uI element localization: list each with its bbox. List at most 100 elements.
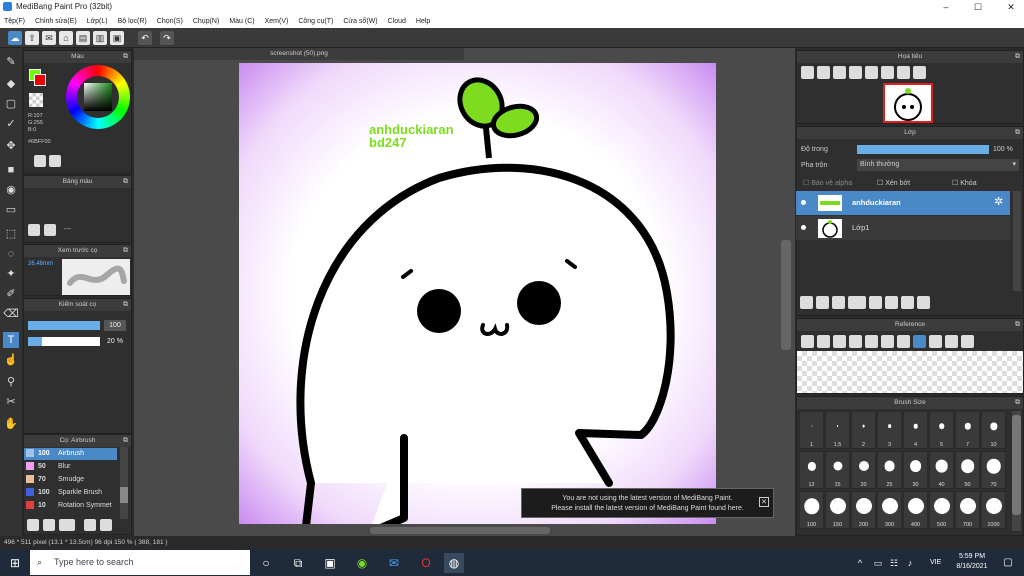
brush-size-cell[interactable]: 1000: [981, 491, 1006, 529]
volume-icon[interactable]: ♪: [900, 553, 920, 573]
document-tab[interactable]: screenshot (50).png: [134, 48, 464, 60]
reference-reset-icon[interactable]: [945, 335, 958, 348]
saturation-square[interactable]: [84, 83, 112, 111]
share-icon[interactable]: ⌂: [59, 31, 73, 45]
rotate-icon[interactable]: [865, 66, 878, 79]
panel-expand-icon[interactable]: ⧉: [1015, 127, 1020, 139]
open-document-icon[interactable]: ▥: [93, 31, 107, 45]
menu-snap[interactable]: Chụp(N): [193, 18, 219, 25]
navigator-thumbnail[interactable]: [883, 83, 933, 123]
brush-size-cell[interactable]: 10: [981, 411, 1006, 449]
menu-filter[interactable]: Bộ lọc(R): [118, 18, 147, 25]
menu-tools[interactable]: Công cụ(T): [298, 18, 333, 25]
reference-rotate-icon[interactable]: [929, 335, 942, 348]
brush-opacity-slider[interactable]: [28, 337, 100, 346]
layer-scrollbar[interactable]: [1013, 191, 1021, 291]
brush-size-cell[interactable]: 100: [799, 491, 824, 529]
palette-delete-icon[interactable]: [44, 224, 56, 236]
brush-item-smudge[interactable]: 70 Smudge: [24, 474, 117, 486]
blend-select[interactable]: Bình thường ▾: [857, 159, 1019, 171]
eye-icon[interactable]: [801, 200, 806, 205]
panel-expand-icon[interactable]: ⧉: [1015, 319, 1020, 331]
clock[interactable]: 5:59 PM 8/16/2021: [952, 552, 992, 572]
brush-size-cell[interactable]: 15: [825, 451, 850, 489]
gradient-icon[interactable]: ▭: [3, 202, 19, 218]
color-mode-icon[interactable]: [34, 155, 46, 167]
canvas-vscroll[interactable]: [781, 240, 791, 350]
brush-size-cell[interactable]: 7: [955, 411, 980, 449]
brush-size-cell[interactable]: 4: [903, 411, 928, 449]
notification-icon[interactable]: ▢: [998, 553, 1018, 573]
eye-icon[interactable]: [801, 225, 806, 230]
cloud-icon[interactable]: ☁: [8, 31, 22, 45]
reference-rotate-right-icon[interactable]: [961, 335, 974, 348]
menu-color[interactable]: Màu (C): [229, 18, 254, 25]
reset-icon[interactable]: [881, 66, 894, 79]
minimize-button[interactable]: –: [940, 1, 952, 13]
brush-size-cell[interactable]: 50: [955, 451, 980, 489]
close-button[interactable]: ✕: [1005, 1, 1017, 13]
protect-alpha-checkbox[interactable]: ☐ Bảo vệ alpha: [803, 179, 852, 187]
panel-expand-icon[interactable]: ⧉: [123, 51, 128, 63]
menu-file[interactable]: Tệp(F): [4, 18, 25, 25]
divide-icon[interactable]: ✂: [3, 394, 19, 410]
transparent-color[interactable]: [29, 93, 43, 107]
pen-icon[interactable]: ✎: [3, 54, 19, 70]
panel-expand-icon[interactable]: ⧉: [123, 245, 128, 257]
new-document-icon[interactable]: ▤: [76, 31, 90, 45]
rotate-right-icon[interactable]: [897, 66, 910, 79]
layer-menu-icon[interactable]: [848, 296, 866, 309]
brush-size-cell[interactable]: 30: [903, 451, 928, 489]
lasso-icon[interactable]: ◌: [3, 246, 19, 262]
select-icon[interactable]: ⬚: [3, 226, 19, 242]
hue-wheel[interactable]: [66, 65, 130, 129]
brush-size-scrollbar[interactable]: [1012, 411, 1021, 531]
brush-size-cell[interactable]: 5: [929, 411, 954, 449]
notice-close-button[interactable]: ✕: [759, 497, 769, 507]
brush-settings-icon[interactable]: [84, 519, 96, 531]
brush-size-cell[interactable]: 20: [851, 451, 876, 489]
undo-icon[interactable]: ↶: [138, 31, 152, 45]
dropper-icon[interactable]: ⚲: [3, 374, 19, 390]
rect-select-icon[interactable]: ▢: [3, 96, 19, 112]
duplicate-icon[interactable]: [885, 296, 898, 309]
brush-size-cell[interactable]: 1: [799, 411, 824, 449]
reference-fit-icon[interactable]: [865, 335, 878, 348]
panel-expand-icon[interactable]: ⧉: [1015, 397, 1020, 409]
artwork[interactable]: anhduckiaran bd247: [239, 63, 716, 524]
brush-size-cell[interactable]: 25: [877, 451, 902, 489]
cortana-icon[interactable]: ○: [256, 553, 276, 573]
opera-icon[interactable]: O: [416, 553, 436, 573]
brush-delete-icon[interactable]: [100, 519, 112, 531]
brush-folder-icon[interactable]: [43, 519, 55, 531]
upload-icon[interactable]: ⇪: [25, 31, 39, 45]
copy-layer-icon[interactable]: [832, 296, 845, 309]
text-icon[interactable]: T: [3, 332, 19, 348]
menu-help[interactable]: Help: [416, 18, 430, 25]
new-layer-icon[interactable]: [816, 296, 829, 309]
brush-copy-icon[interactable]: [59, 519, 75, 531]
eraser-icon[interactable]: ◆: [3, 76, 19, 92]
task-view-icon[interactable]: ⧉: [288, 553, 308, 573]
panel-expand-icon[interactable]: ⧉: [123, 299, 128, 311]
save-icon[interactable]: ▣: [110, 31, 124, 45]
brush-size-cell[interactable]: 3: [877, 411, 902, 449]
brush-size-cell[interactable]: 700: [955, 491, 980, 529]
brush-size-cell[interactable]: 200: [851, 491, 876, 529]
menu-window[interactable]: Cửa sổ(W): [343, 18, 377, 25]
bucket-icon[interactable]: ◉: [3, 182, 19, 198]
menu-cloud[interactable]: Cloud: [388, 18, 406, 25]
reference-dropper-icon[interactable]: [897, 335, 910, 348]
folder-icon[interactable]: [869, 296, 882, 309]
brush-size-cell[interactable]: 500: [929, 491, 954, 529]
brush-size-cell[interactable]: 40: [929, 451, 954, 489]
panel-expand-icon[interactable]: ⧉: [1015, 51, 1020, 63]
hand-icon[interactable]: ✋: [3, 416, 19, 432]
zoom-in-icon[interactable]: [801, 66, 814, 79]
update-notice[interactable]: You are not using the latest version of …: [521, 488, 774, 518]
layer-row[interactable]: anhduckiaran ✲: [796, 191, 1010, 215]
move-icon[interactable]: ✥: [3, 138, 19, 154]
menu-view[interactable]: Xem(V): [265, 18, 289, 25]
reference-hand-icon[interactable]: [913, 335, 926, 348]
brush-size-cell[interactable]: 150: [825, 491, 850, 529]
